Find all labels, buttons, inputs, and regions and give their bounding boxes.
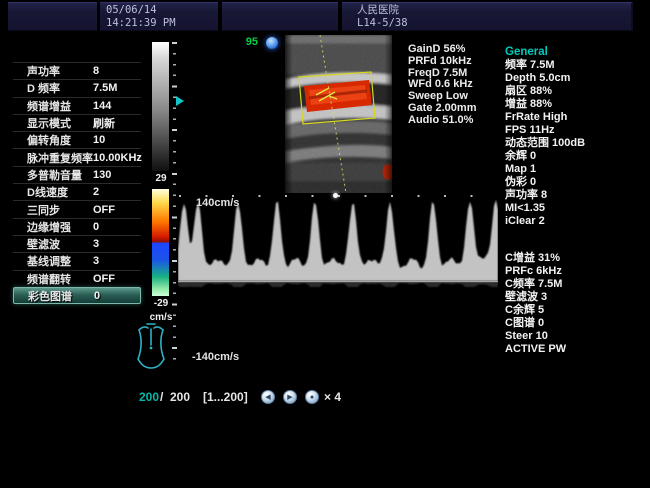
param-label: 频谱翻转 (13, 271, 71, 287)
param-value: 刷新 (93, 115, 115, 131)
param-value: 130 (93, 169, 111, 181)
stop-button[interactable]: ● (305, 390, 319, 404)
status-line: 扇区 88% (505, 85, 647, 98)
body-mark-icon[interactable] (132, 322, 170, 372)
param-label: 显示模式 (13, 115, 71, 131)
status-line: FrRate High (505, 111, 647, 124)
color-status-group: C增益 31%PRFc 6kHzC频率 7.5M壁滤波 3C余辉 5C图谱 0S… (505, 252, 647, 356)
param-label: 彩色图谱 (14, 288, 72, 304)
spectral-display (178, 200, 498, 305)
status-line: C余辉 5 (505, 304, 647, 317)
parameter-panel: 声功率8D 频率7.5M频谱增益144显示模式刷新偏转角度10脉冲重复频率10.… (13, 62, 141, 304)
param-label: 偏转角度 (13, 132, 71, 148)
param-row-8[interactable]: D线速度 2 (13, 183, 141, 200)
status-line: 余辉 0 (505, 150, 647, 163)
status-line: C图谱 0 (505, 317, 647, 330)
param-label: 脉冲重复频率 (13, 150, 93, 166)
status-line: 壁滤波 3 (505, 291, 647, 304)
param-row-13[interactable]: 频谱翻转 OFF (13, 270, 141, 287)
param-row-10[interactable]: 边缘增强 0 (13, 218, 141, 235)
frame-separator: / (160, 390, 163, 404)
prev-frame-button[interactable]: ◀ (261, 390, 275, 404)
status-line: C频率 7.5M (505, 278, 647, 291)
param-value: 10 (93, 134, 105, 146)
param-row-6[interactable]: 脉冲重复频率10.00KHz (13, 148, 141, 165)
velocity-min-label: -140cm/s (192, 351, 239, 363)
depth-ruler-minor (173, 42, 176, 369)
status-line: 频率 7.5M (505, 59, 647, 72)
top-bar-segment-3 (222, 2, 338, 31)
param-row-3[interactable]: 频谱增益 144 (13, 97, 141, 114)
playback-speed: × 4 (324, 390, 341, 404)
param-value: 0 (94, 290, 100, 302)
param-label: 三同步 (13, 202, 60, 218)
status-line: Steer 10 (505, 330, 647, 343)
grayscale-bar (152, 42, 169, 171)
bmode-image[interactable] (285, 35, 392, 193)
doppler-param-line: Audio 51.0% (408, 115, 476, 127)
bmode-status-group: 频率 7.5MDepth 5.0cm扇区 88%增益 88%FrRate Hig… (505, 59, 647, 228)
status-panel: General 频率 7.5MDepth 5.0cm扇区 88%增益 88%Fr… (505, 46, 647, 356)
doppler-params-overlay: GainD 56%PRFd 10kHzFreqD 7.5MWFd 0.6 kHz… (408, 44, 476, 127)
current-frame: 200 (139, 390, 159, 404)
top-bar-segment-1 (8, 2, 97, 31)
param-value: 0 (93, 221, 99, 233)
param-row-9[interactable]: 三同步 OFF (13, 200, 141, 217)
param-row-5[interactable]: 偏转角度 10 (13, 131, 141, 148)
time-text: 14:21:39 PM (106, 17, 176, 30)
status-line: PRFc 6kHz (505, 265, 647, 278)
param-row-12[interactable]: 基线调整 3 (13, 252, 141, 269)
status-line: ACTIVE PW (505, 343, 647, 356)
status-line: C增益 31% (505, 252, 647, 265)
doppler-param-line: PRFd 10kHz (408, 56, 476, 68)
date-text: 05/06/14 (106, 4, 157, 17)
param-label: 壁滤波 (13, 236, 60, 252)
status-line: MI<1.35 (505, 202, 647, 215)
status-line: 声功率 8 (505, 189, 647, 202)
play-button[interactable]: ▶ (283, 390, 297, 404)
param-value: OFF (93, 204, 115, 216)
frame-range: [1...200] (203, 390, 248, 404)
param-row-14[interactable]: 彩色图谱 0 (13, 287, 141, 304)
param-value: 3 (93, 238, 99, 250)
probe-model: L14-5/38 (357, 17, 408, 30)
param-label: 边缘增强 (13, 219, 71, 235)
doppler-param-line: Gate 2.00mm (408, 103, 476, 115)
param-row-2[interactable]: D 频率 7.5M (13, 79, 141, 96)
focus-marker-icon[interactable] (176, 96, 184, 106)
total-frames: 200 (170, 390, 190, 404)
status-line: iClear 2 (505, 215, 647, 228)
status-line: FPS 11Hz (505, 124, 647, 137)
param-row-11[interactable]: 壁滤波 3 (13, 235, 141, 252)
param-value: 7.5M (93, 82, 117, 94)
param-value: 10.00KHz (93, 152, 142, 164)
param-value: 144 (93, 100, 111, 112)
param-value: 8 (93, 65, 99, 77)
preset-heading: General (505, 46, 647, 59)
param-label: D 频率 (13, 80, 60, 96)
param-row-7[interactable]: 多普勒音量 130 (13, 166, 141, 183)
status-led-icon (266, 37, 278, 49)
spectral-baseline (178, 281, 498, 282)
bmode-gain-value: 95 (236, 36, 258, 48)
param-row-1[interactable]: 声功率 8 (13, 62, 141, 79)
status-line: Map 1 (505, 163, 647, 176)
param-label: 声功率 (13, 63, 60, 79)
color-doppler-bar (152, 189, 169, 296)
param-value: 3 (93, 255, 99, 267)
ultrasound-screen: 05/06/14 14:21:39 PM 人民医院 L14-5/38 声功率 8 D… (0, 0, 650, 488)
hospital-name: 人民医院 (357, 4, 399, 17)
param-label: 多普勒音量 (13, 167, 82, 183)
param-label: 频谱增益 (13, 98, 71, 114)
status-line: 伪彩 0 (505, 176, 647, 189)
status-line: Depth 5.0cm (505, 72, 647, 85)
status-line: 增益 88% (505, 98, 647, 111)
sweep-position-icon (333, 193, 338, 198)
param-label: 基线调整 (13, 253, 71, 269)
param-row-4[interactable]: 显示模式 刷新 (13, 114, 141, 131)
param-label: D线速度 (13, 184, 68, 200)
status-line: 动态范围 100dB (505, 137, 647, 150)
param-value: 2 (93, 186, 99, 198)
param-value: OFF (93, 273, 115, 285)
